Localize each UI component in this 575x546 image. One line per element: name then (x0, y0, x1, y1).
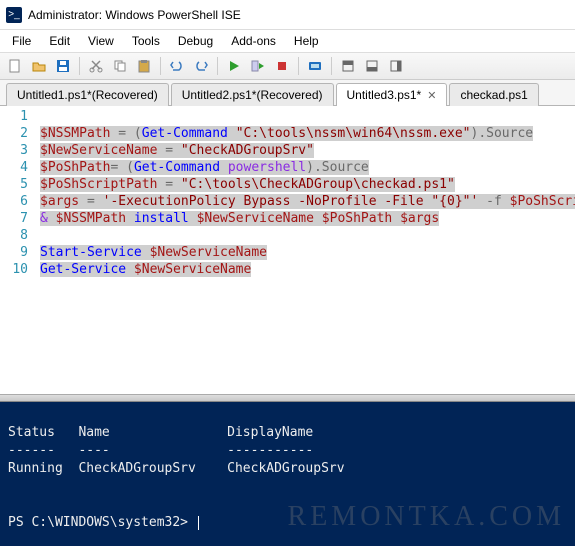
paste-icon[interactable] (133, 55, 155, 77)
separator (79, 57, 80, 75)
tab-label: checkad.ps1 (460, 88, 527, 102)
menu-edit[interactable]: Edit (41, 32, 78, 50)
cut-icon[interactable] (85, 55, 107, 77)
separator (217, 57, 218, 75)
layout-a-icon[interactable] (337, 55, 359, 77)
tab-checkad[interactable]: checkad.ps1 (449, 83, 538, 106)
console-prompt[interactable]: PS C:\WINDOWS\system32> (8, 515, 199, 530)
undo-icon[interactable] (166, 55, 188, 77)
separator (331, 57, 332, 75)
app-icon: >_ (6, 7, 22, 23)
new-icon[interactable] (4, 55, 26, 77)
menu-file[interactable]: File (4, 32, 39, 50)
new-remote-icon[interactable] (304, 55, 326, 77)
stop-icon[interactable] (271, 55, 293, 77)
copy-icon[interactable] (109, 55, 131, 77)
separator (160, 57, 161, 75)
line-gutter: 12345678910 (0, 106, 36, 394)
menu-view[interactable]: View (80, 32, 122, 50)
layout-b-icon[interactable] (361, 55, 383, 77)
open-icon[interactable] (28, 55, 50, 77)
menu-help[interactable]: Help (286, 32, 327, 50)
tab-label: Untitled3.ps1* (347, 88, 422, 102)
tab-label: Untitled1.ps1*(Recovered) (17, 88, 158, 102)
code-editor[interactable]: 12345678910 $NSSMPath = (Get-Command "C:… (0, 106, 575, 394)
menubar: File Edit View Tools Debug Add-ons Help (0, 30, 575, 52)
tab-strip: Untitled1.ps1*(Recovered) Untitled2.ps1*… (0, 80, 575, 106)
run-selection-icon[interactable] (247, 55, 269, 77)
menu-tools[interactable]: Tools (124, 32, 168, 50)
layout-c-icon[interactable] (385, 55, 407, 77)
tab-untitled2[interactable]: Untitled2.ps1*(Recovered) (171, 83, 334, 106)
code-area[interactable]: $NSSMPath = (Get-Command "C:\tools\nssm\… (36, 106, 575, 394)
save-icon[interactable] (52, 55, 74, 77)
console-header: Status Name DisplayName (8, 425, 313, 440)
redo-icon[interactable] (190, 55, 212, 77)
window-titlebar: >_ Administrator: Windows PowerShell ISE (0, 0, 575, 30)
tab-untitled1[interactable]: Untitled1.ps1*(Recovered) (6, 83, 169, 106)
pane-splitter[interactable] (0, 394, 575, 402)
close-icon[interactable]: ✕ (427, 89, 436, 102)
console-row: Running CheckADGroupSrv CheckADGroupSrv (8, 461, 345, 476)
run-icon[interactable] (223, 55, 245, 77)
watermark: REMONTKA.COM (288, 508, 565, 526)
toolbar (0, 52, 575, 80)
window-title: Administrator: Windows PowerShell ISE (28, 8, 241, 22)
tab-untitled3[interactable]: Untitled3.ps1* ✕ (336, 83, 448, 106)
menu-addons[interactable]: Add-ons (223, 32, 284, 50)
tab-label: Untitled2.ps1*(Recovered) (182, 88, 323, 102)
separator (298, 57, 299, 75)
menu-debug[interactable]: Debug (170, 32, 221, 50)
console-pane[interactable]: Status Name DisplayName ------ ---- ----… (0, 402, 575, 546)
console-divider: ------ ---- ----------- (8, 443, 313, 458)
